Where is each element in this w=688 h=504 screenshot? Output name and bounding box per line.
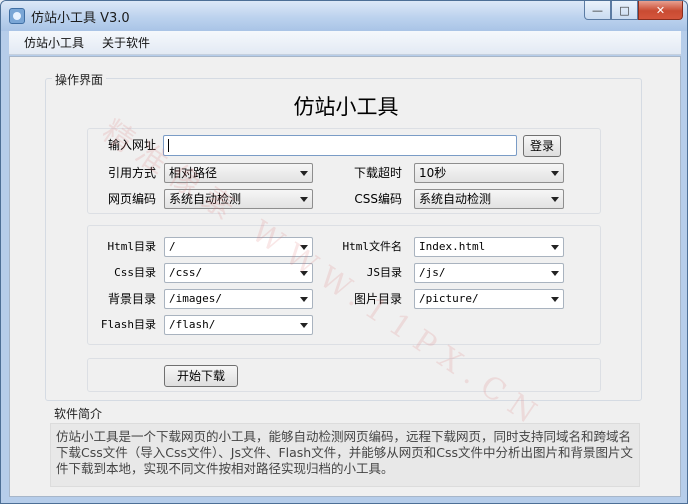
minimize-button[interactable]: — bbox=[584, 1, 611, 20]
intro-text: 仿站小工具是一个下载网页的小工具，能够自动检测网页编码，远程下载网页，同时支持同… bbox=[56, 429, 633, 476]
bg-dir-combo[interactable]: /images/ bbox=[164, 289, 313, 309]
html-dir-label: Html目录 bbox=[107, 240, 157, 253]
page-encoding-value: 系统自动检测 bbox=[169, 192, 242, 206]
text-caret bbox=[168, 139, 169, 152]
client-area: 操作界面 仿站小工具 输入网址 登录 引用方式 相对路径 下载超时 10秒 网页… bbox=[9, 56, 681, 497]
js-dir-label: JS目录 bbox=[366, 266, 402, 279]
intro-box: 仿站小工具是一个下载网页的小工具，能够自动检测网页编码，远程下载网页，同时支持同… bbox=[50, 423, 640, 487]
chevron-down-icon bbox=[300, 271, 308, 276]
js-dir-value: /js/ bbox=[419, 266, 446, 279]
app-window: 仿站小工具 V3.0 — □ ✕ 仿站小工具 关于软件 操作界面 仿站小工具 输… bbox=[0, 0, 688, 504]
chevron-down-icon bbox=[300, 197, 308, 202]
page-encoding-label: 网页编码 bbox=[107, 192, 156, 206]
bg-dir-label: 背景目录 bbox=[107, 292, 156, 306]
page-title: 仿站小工具 bbox=[293, 95, 399, 119]
flash-dir-value: /flash/ bbox=[169, 318, 216, 331]
pic-dir-label: 图片目录 bbox=[353, 292, 402, 306]
app-icon bbox=[9, 8, 25, 24]
css-encoding-select[interactable]: 系统自动检测 bbox=[414, 189, 564, 209]
ref-mode-label: 引用方式 bbox=[107, 166, 156, 180]
flash-dir-label: Flash目录 bbox=[100, 318, 156, 331]
html-dir-value: / bbox=[169, 240, 176, 253]
chevron-down-icon bbox=[300, 171, 308, 176]
html-file-value: Index.html bbox=[419, 240, 486, 253]
css-dir-value: /css/ bbox=[169, 266, 203, 279]
menu-bar: 仿站小工具 关于软件 bbox=[9, 31, 681, 55]
html-file-label: Html文件名 bbox=[342, 240, 403, 253]
css-dir-combo[interactable]: /css/ bbox=[164, 263, 313, 283]
ref-mode-value: 相对路径 bbox=[169, 166, 218, 180]
chevron-down-icon bbox=[300, 245, 308, 250]
operation-group-title: 操作界面 bbox=[52, 71, 107, 88]
login-button[interactable]: 登录 bbox=[523, 135, 561, 157]
ref-mode-select[interactable]: 相对路径 bbox=[164, 163, 313, 183]
css-encoding-label: CSS编码 bbox=[354, 192, 402, 206]
chevron-down-icon bbox=[551, 197, 559, 202]
url-label: 输入网址 bbox=[107, 138, 156, 152]
close-button[interactable]: ✕ bbox=[638, 1, 683, 20]
chevron-down-icon bbox=[551, 171, 559, 176]
js-dir-combo[interactable]: /js/ bbox=[414, 263, 564, 283]
html-file-combo[interactable]: Index.html bbox=[414, 237, 564, 257]
css-dir-label: Css目录 bbox=[114, 266, 156, 279]
page-encoding-select[interactable]: 系统自动检测 bbox=[164, 189, 313, 209]
window-controls: — □ ✕ bbox=[584, 1, 683, 20]
maximize-button[interactable]: □ bbox=[611, 1, 638, 20]
bg-dir-value: /images/ bbox=[169, 292, 222, 305]
url-input[interactable] bbox=[163, 135, 517, 156]
chevron-down-icon bbox=[300, 297, 308, 302]
intro-group-title: 软件简介 bbox=[51, 405, 106, 422]
chevron-down-icon bbox=[300, 323, 308, 328]
window-title: 仿站小工具 V3.0 bbox=[31, 11, 130, 26]
chevron-down-icon bbox=[551, 271, 559, 276]
flash-dir-combo[interactable]: /flash/ bbox=[164, 315, 313, 335]
pic-dir-combo[interactable]: /picture/ bbox=[414, 289, 564, 309]
html-dir-combo[interactable]: / bbox=[164, 237, 313, 257]
menu-item-tool[interactable]: 仿站小工具 bbox=[15, 34, 93, 51]
timeout-label: 下载超时 bbox=[353, 166, 402, 180]
pic-dir-value: /picture/ bbox=[419, 292, 479, 305]
menu-item-about[interactable]: 关于软件 bbox=[93, 34, 159, 51]
chevron-down-icon bbox=[551, 245, 559, 250]
title-bar[interactable]: 仿站小工具 V3.0 — □ ✕ bbox=[1, 1, 687, 31]
start-download-button[interactable]: 开始下载 bbox=[164, 365, 238, 387]
timeout-select[interactable]: 10秒 bbox=[414, 163, 564, 183]
css-encoding-value: 系统自动检测 bbox=[419, 192, 492, 206]
timeout-value: 10秒 bbox=[419, 166, 447, 180]
chevron-down-icon bbox=[551, 297, 559, 302]
